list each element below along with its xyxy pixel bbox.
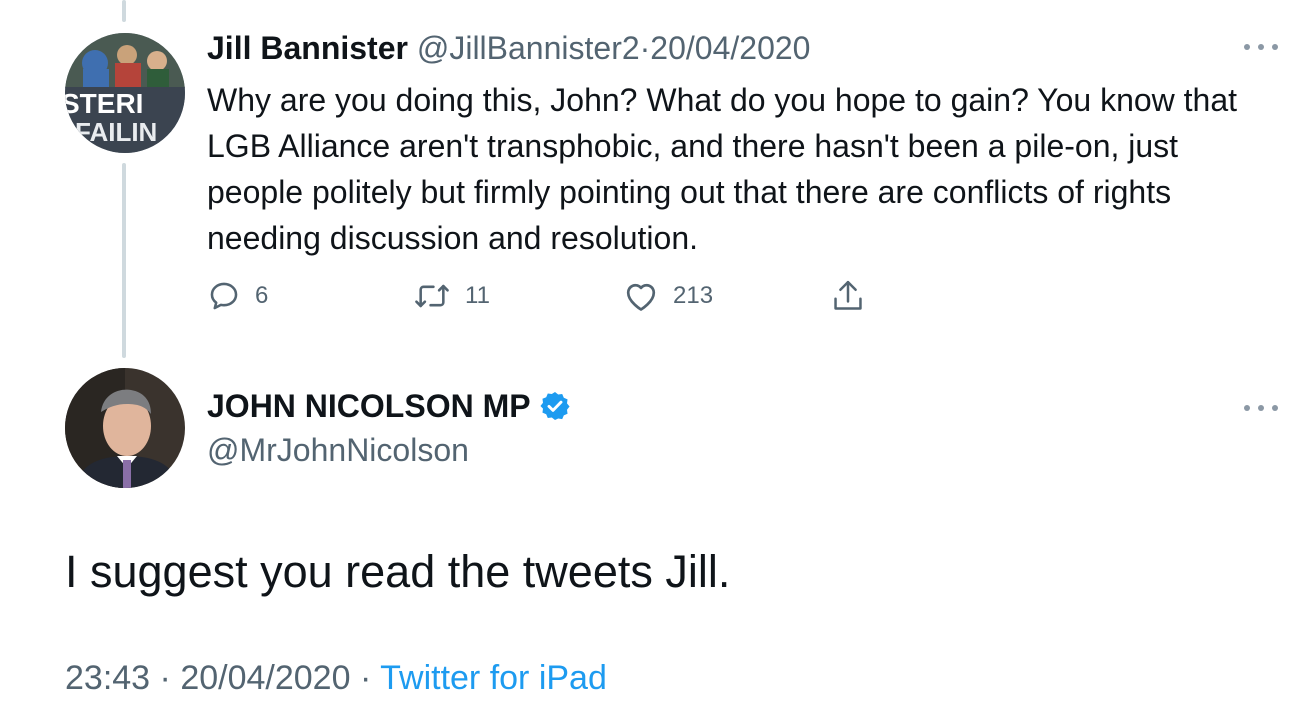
reply-author-name[interactable]: Jill Bannister [207, 30, 408, 66]
share-icon [834, 280, 862, 310]
reply-header: Jill Bannister @JillBannister2·20/04/202… [207, 28, 810, 68]
share-button[interactable] [831, 276, 865, 316]
like-button[interactable]: 213 [623, 276, 713, 316]
svg-text:FAILIN: FAILIN [75, 117, 157, 147]
main-more-icon[interactable] [1244, 403, 1278, 413]
reply-count: 6 [255, 282, 269, 309]
reply-button[interactable]: 6 [207, 276, 268, 316]
reply-date[interactable]: 20/04/2020 [650, 30, 810, 66]
main-author-name[interactable]: JOHN NICOLSON MP [207, 385, 531, 427]
svg-text:STERI: STERI [65, 88, 143, 119]
reply-avatar[interactable]: STERI FAILIN [65, 33, 185, 153]
thread-line-bottom [122, 163, 126, 358]
reply-icon [210, 282, 238, 310]
reply-text: Why are you doing this, John? What do yo… [207, 82, 1238, 256]
tweet-time[interactable]: 23:43 [65, 659, 150, 697]
retweet-button[interactable]: 11 [413, 276, 490, 316]
retweet-count: 11 [465, 282, 490, 309]
reply-separator: · [639, 30, 651, 66]
like-count: 213 [673, 282, 714, 309]
like-icon [626, 283, 656, 311]
main-avatar[interactable] [65, 368, 185, 488]
thread-line-top [122, 0, 126, 22]
retweet-icon [415, 284, 449, 308]
reply-handle[interactable]: @JillBannister2 [417, 30, 640, 66]
verified-badge-icon [540, 392, 570, 420]
main-author-name-row: JOHN NICOLSON MP [207, 385, 571, 427]
tweet-date[interactable]: 20/04/2020 [180, 659, 350, 697]
tweet-metadata: 23:43 · 20/04/2020 · Twitter for iPad [65, 656, 607, 700]
reply-more-icon[interactable] [1244, 42, 1278, 52]
main-handle[interactable]: @MrJohnNicolson [207, 429, 469, 471]
meta-separator-1: · [159, 659, 171, 697]
main-tweet-text: I suggest you read the tweets Jill. [65, 546, 731, 597]
meta-separator-2: · [359, 659, 372, 697]
tweet-source-link[interactable]: Twitter for iPad [380, 659, 607, 697]
